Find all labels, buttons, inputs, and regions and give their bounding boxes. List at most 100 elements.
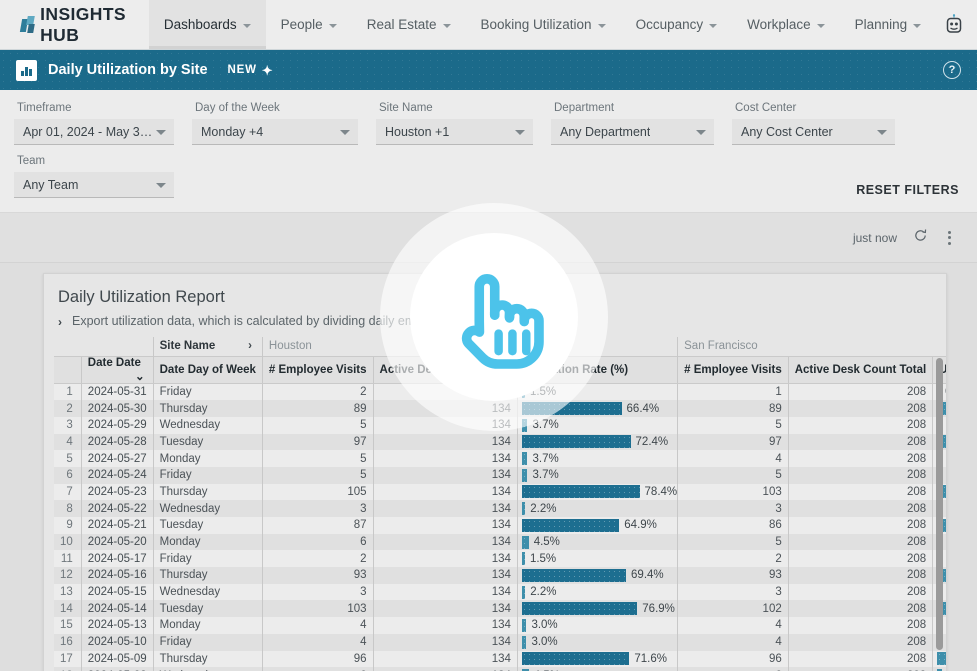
utilization-bar	[522, 435, 631, 448]
robot-assistant-icon[interactable]	[936, 7, 972, 43]
column-date-day-of-week[interactable]: Date Day of Week	[153, 356, 262, 383]
utilization-bar-value: 1.5%	[530, 553, 556, 565]
utilization-bar-value: 1.4%	[945, 503, 946, 515]
nav-item-planning[interactable]: Planning	[840, 0, 937, 49]
cell-date: 2024-05-14	[81, 600, 153, 617]
cell-day-of-week: Tuesday	[153, 517, 262, 534]
cell-date: 2024-05-22	[81, 500, 153, 517]
day-of-week-select[interactable]: Monday +4	[192, 119, 358, 145]
table-row[interactable]: 182024-05-08Wednesday61344.5%62082.9%	[54, 667, 946, 671]
timeframe-select[interactable]: Apr 01, 2024 - May 31, 2024	[14, 119, 174, 145]
cell-sf-active-desk-count: 208	[788, 467, 932, 484]
cost-center-select[interactable]: Any Cost Center	[732, 119, 895, 145]
table-row[interactable]: 32024-05-29Wednesday51343.7%52082.4%	[54, 417, 946, 434]
cell-houston-employee-visits: 4	[262, 617, 373, 634]
column-houston-utilization-rate[interactable]: Utilization Rate (%)	[517, 356, 677, 383]
column-sf-employee-visits[interactable]: # Employee Visits	[678, 356, 789, 383]
table-row[interactable]: 82024-05-22Wednesday31342.2%32081.4%	[54, 500, 946, 517]
group-spacer-cell-2	[81, 337, 153, 356]
nav-item-people[interactable]: People	[266, 0, 352, 49]
nav-item-dashboards[interactable]: Dashboards	[149, 0, 266, 49]
table-row[interactable]: 92024-05-21Tuesday8713464.9%8620841.3%	[54, 517, 946, 534]
cell-houston-employee-visits: 97	[262, 434, 373, 451]
cell-sf-employee-visits: 1	[678, 383, 789, 400]
card-description-row: › Export utilization data, which is calc…	[44, 314, 946, 337]
cell-houston-employee-visits: 105	[262, 484, 373, 501]
site-name-group-label[interactable]: Site Name ›	[153, 337, 262, 356]
nav-item-real-estate[interactable]: Real Estate	[352, 0, 466, 49]
cell-sf-active-desk-count: 208	[788, 634, 932, 651]
cell-day-of-week: Tuesday	[153, 600, 262, 617]
cell-day-of-week: Wednesday	[153, 667, 262, 671]
chevron-right-icon[interactable]: ›	[248, 340, 256, 352]
column-sf-active-desk-count-total[interactable]: Active Desk Count Total	[788, 356, 932, 383]
row-index: 9	[54, 517, 81, 534]
utilization-bar-value: 4.5%	[534, 536, 560, 548]
table-row[interactable]: 162024-05-10Friday41343.0%42081.9%	[54, 634, 946, 651]
table-row[interactable]: 172024-05-09Thursday9613471.6%9620846.2%	[54, 651, 946, 668]
table-row[interactable]: 142024-05-14Tuesday10313476.9%10220849.0…	[54, 600, 946, 617]
cell-day-of-week: Monday	[153, 534, 262, 551]
column-houston-active-desk-count-total[interactable]: Active Desk Count Total	[373, 356, 517, 383]
row-index: 11	[54, 550, 81, 567]
nav-item-occupancy[interactable]: Occupancy	[621, 0, 733, 49]
cell-houston-active-desk-count: 134	[373, 550, 517, 567]
table-row[interactable]: 112024-05-17Friday21341.5%22081.0%	[54, 550, 946, 567]
cell-sf-utilization-rate: 46.2%	[933, 651, 946, 668]
table-row[interactable]: 42024-05-28Tuesday9713472.4%9720846.6%	[54, 434, 946, 451]
cell-houston-active-desk-count: 134	[373, 484, 517, 501]
cell-houston-active-desk-count: 134	[373, 584, 517, 601]
team-select[interactable]: Any Team	[14, 172, 174, 198]
filter-day-of-week: Day of the Week Monday +4	[192, 102, 358, 145]
table-row[interactable]: 12024-05-31Friday21341.5%12080.5%	[54, 383, 946, 400]
cell-houston-active-desk-count: 134	[373, 417, 517, 434]
utilization-bar-value: 0.5%	[945, 386, 946, 398]
cell-houston-employee-visits: 93	[262, 567, 373, 584]
table-row[interactable]: 62024-05-24Friday51343.7%52082.4%	[54, 467, 946, 484]
row-index: 16	[54, 634, 81, 651]
table-row[interactable]: 22024-05-30Thursday8913466.4%8920842.8%	[54, 400, 946, 417]
kebab-menu-icon[interactable]	[944, 227, 955, 249]
cell-houston-utilization-rate: 76.9%	[517, 600, 677, 617]
cell-sf-active-desk-count: 208	[788, 600, 932, 617]
cell-houston-utilization-rate: 71.6%	[517, 651, 677, 668]
table-row[interactable]: 102024-05-20Monday61344.5%52082.4%	[54, 534, 946, 551]
site-name-select[interactable]: Houston +1	[376, 119, 533, 145]
nav-item-booking-utilization[interactable]: Booking Utilization	[466, 0, 621, 49]
table-row[interactable]: 52024-05-27Monday51343.7%42081.9%	[54, 450, 946, 467]
table-row[interactable]: 72024-05-23Thursday10513478.4%10320849.5…	[54, 484, 946, 501]
cell-houston-utilization-rate: 69.4%	[517, 567, 677, 584]
utilization-bar-value: 1.9%	[945, 636, 946, 648]
page-title: Daily Utilization by Site	[48, 62, 208, 78]
cell-sf-employee-visits: 6	[678, 667, 789, 671]
cell-sf-employee-visits: 2	[678, 550, 789, 567]
reset-filters-button[interactable]: RESET FILTERS	[856, 183, 959, 197]
cell-houston-employee-visits: 5	[262, 450, 373, 467]
cell-houston-utilization-rate: 66.4%	[517, 400, 677, 417]
department-select[interactable]: Any Department	[551, 119, 714, 145]
chevron-down-icon	[817, 24, 825, 28]
utilization-bar	[522, 586, 525, 599]
brand-logo[interactable]: INSIGHTS HUB	[0, 0, 149, 49]
cell-sf-employee-visits: 3	[678, 584, 789, 601]
group-san-francisco: San Francisco	[678, 337, 946, 356]
chevron-right-icon[interactable]: ›	[58, 315, 62, 329]
column-date-date[interactable]: Date Date ⌄	[81, 356, 153, 383]
refresh-icon[interactable]	[913, 228, 928, 248]
nav-item-workplace[interactable]: Workplace	[732, 0, 840, 49]
column-houston-employee-visits[interactable]: # Employee Visits	[262, 356, 373, 383]
report-table-scroll[interactable]: Site Name › Houston San Francisco Date D…	[44, 337, 946, 671]
help-icon[interactable]: ?	[943, 61, 961, 79]
cell-sf-active-desk-count: 208	[788, 567, 932, 584]
cell-sf-active-desk-count: 208	[788, 383, 932, 400]
table-row[interactable]: 152024-05-13Monday41343.0%42081.9%	[54, 617, 946, 634]
table-row[interactable]: 122024-05-16Thursday9313469.4%9320844.7%	[54, 567, 946, 584]
utilization-bar	[522, 385, 525, 398]
table-row[interactable]: 132024-05-15Wednesday31342.2%32081.4%	[54, 584, 946, 601]
cell-day-of-week: Monday	[153, 617, 262, 634]
chevron-down-icon[interactable]: ⌄	[135, 369, 147, 383]
utilization-bar-value: 1.9%	[945, 619, 946, 631]
cell-sf-active-desk-count: 208	[788, 450, 932, 467]
utilization-bar-value: 3.7%	[532, 419, 558, 431]
table-vertical-scrollbar[interactable]	[936, 358, 943, 650]
